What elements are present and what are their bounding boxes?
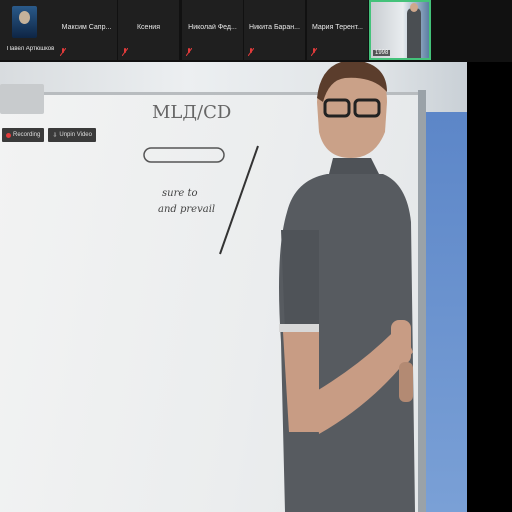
self-video-person [407, 3, 421, 58]
avatar [12, 6, 37, 38]
unpin-video-button[interactable]: ⇩ Unpin Video [48, 128, 96, 142]
participant-tile-5[interactable]: Мария Терент... [307, 0, 368, 60]
record-dot-icon [6, 132, 11, 138]
meeting-toolbar: Recording ⇩ Unpin Video [2, 128, 96, 142]
recording-indicator[interactable]: Recording [2, 128, 45, 142]
whiteboard-axis-line [219, 145, 259, 255]
mic-muted-icon [311, 48, 317, 56]
whiteboard-note-1: sure to [162, 188, 198, 199]
participant-name: Никита Баран... [249, 24, 300, 31]
mic-muted-icon [122, 48, 128, 56]
self-view-tag: 1998 [373, 50, 391, 56]
participant-tile-2[interactable]: Ксения [118, 0, 179, 60]
participant-tile-3[interactable]: Николай Фед... [182, 0, 243, 60]
main-video[interactable]: МLД/CD sure to and prevail Recording ⇩ U… [0, 62, 467, 512]
mic-muted-icon [186, 48, 192, 56]
whiteboard-note-2: and prevail [158, 204, 215, 215]
whiteboard-oval [143, 147, 225, 163]
participant-name: Максим Сапр... [61, 24, 112, 31]
participant-tile-4[interactable]: Никита Баран... [244, 0, 305, 60]
participant-name: Мария Терент... [311, 24, 364, 31]
mic-muted-icon [248, 48, 254, 56]
participant-name: Николай Фед... [188, 24, 237, 31]
participant-name: Ксения [136, 24, 161, 31]
unpin-label: Unpin Video [59, 132, 92, 138]
presenter [279, 62, 415, 512]
participant-tile-1[interactable]: Максим Сапр... [56, 0, 117, 60]
pin-icon: ⇩ [52, 132, 58, 139]
participant-strip: Павел Артюшков Максим Сапр... Ксения Ник… [0, 0, 512, 62]
self-view-tile[interactable]: 1998 [369, 0, 431, 60]
right-gutter [467, 62, 512, 512]
whiteboard-heading: МLД/CD [152, 102, 231, 123]
mic-muted-icon [60, 48, 66, 56]
recording-label: Recording [13, 132, 41, 138]
participant-name: Павел Артюшков [6, 46, 55, 52]
participant-tile-0[interactable]: Павел Артюшков [0, 0, 61, 60]
